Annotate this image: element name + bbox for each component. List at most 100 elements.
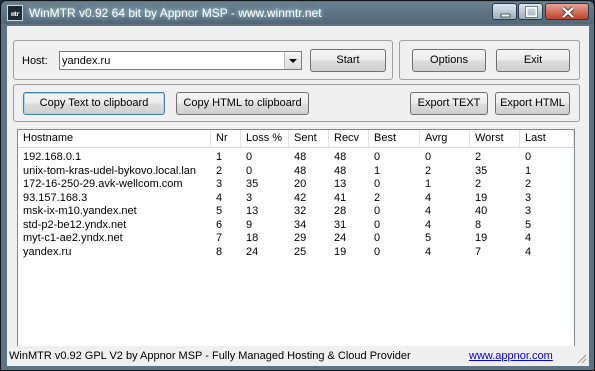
- column-header-worst[interactable]: Worst: [470, 130, 520, 147]
- cell-best: 2: [374, 191, 381, 204]
- cell-sent: 25: [294, 245, 307, 258]
- results-table[interactable]: Hostname Nr Loss % Sent Recv Best Avrg W…: [17, 129, 575, 347]
- cell-best: 0: [374, 151, 381, 163]
- cell-avrg: 5: [425, 232, 432, 244]
- cell-loss: 0: [246, 151, 253, 163]
- cell-best: 0: [374, 218, 381, 231]
- cell-loss: 13: [246, 205, 259, 217]
- cell-hostname: myt-c1-ae2.yndx.net: [23, 232, 123, 244]
- winmtr-window: mtr WinMTR v0.92 64 bit by Appnor MSP - …: [0, 0, 595, 371]
- table-header: Hostname Nr Loss % Sent Recv Best Avrg W…: [18, 130, 574, 148]
- cell-nr: 8: [216, 245, 223, 258]
- window-title: WinMTR v0.92 64 bit by Appnor MSP - www.…: [29, 6, 322, 20]
- column-header-avrg[interactable]: Avrg: [420, 130, 470, 147]
- appnor-link[interactable]: www.appnor.com: [469, 350, 553, 362]
- cell-last: 4: [525, 232, 532, 244]
- winmtr-app-icon[interactable]: mtr: [7, 5, 23, 21]
- cell-hostname: 172-16-250-29.avk-wellcom.com: [23, 178, 183, 190]
- svg-text:mtr: mtr: [11, 11, 20, 18]
- dropdown-button[interactable]: [284, 52, 301, 69]
- cell-sent: 32: [294, 205, 307, 217]
- host-label: Host:: [22, 55, 48, 67]
- cell-recv: 48: [334, 151, 347, 163]
- column-header-loss[interactable]: Loss %: [241, 130, 289, 147]
- cell-recv: 48: [334, 164, 347, 177]
- cell-last: 5: [525, 218, 532, 231]
- status-text: WinMTR v0.92 GPL V2 by Appnor MSP - Full…: [9, 350, 411, 362]
- export-text-button[interactable]: Export TEXT: [410, 92, 488, 115]
- cell-sent: 48: [294, 151, 307, 163]
- close-button[interactable]: [545, 3, 589, 20]
- cell-sent: 42: [294, 191, 307, 204]
- cell-avrg: 4: [425, 245, 432, 258]
- cell-best: 0: [374, 205, 381, 217]
- exit-button[interactable]: Exit: [496, 49, 570, 72]
- cell-nr: 3: [216, 178, 223, 190]
- cell-nr: 7: [216, 232, 223, 244]
- cell-last: 4: [525, 245, 532, 258]
- cell-worst: 40: [475, 205, 488, 217]
- table-row[interactable]: unix-tom-kras-udel-bykovo.local.lan 2 0 48 4…: [18, 165, 574, 178]
- export-html-button[interactable]: Export HTML: [495, 92, 570, 115]
- table-row[interactable]: 93.157.168.3 4 3 42 41 2 4 19 3: [18, 192, 574, 205]
- cell-recv: 31: [334, 218, 347, 231]
- cell-worst: 19: [475, 232, 488, 244]
- table-row[interactable]: std-p2-be12.yndx.net 6 9 34 31 0 4 8 5: [18, 219, 574, 232]
- column-header-recv[interactable]: Recv: [329, 130, 369, 147]
- cell-hostname: std-p2-be12.yndx.net: [23, 218, 127, 231]
- cell-sent: 48: [294, 164, 307, 177]
- cell-last: 3: [525, 205, 532, 217]
- host-input[interactable]: [62, 53, 282, 68]
- cell-best: 0: [374, 232, 381, 244]
- table-row[interactable]: 192.168.0.1 1 0 48 48 0 0 2 0: [18, 151, 574, 164]
- cell-nr: 4: [216, 191, 223, 204]
- copy-html-button[interactable]: Copy HTML to clipboard: [176, 92, 309, 115]
- resize-grip-icon[interactable]: [575, 352, 587, 364]
- column-header-last[interactable]: Last: [520, 130, 574, 147]
- cell-recv: 24: [334, 232, 347, 244]
- cell-nr: 1: [216, 151, 223, 163]
- table-row[interactable]: msk-ix-m10.yandex.net 5 13 32 28 0 4 40 3: [18, 205, 574, 218]
- cell-hostname: unix-tom-kras-udel-bykovo.local.lan: [23, 164, 197, 177]
- cell-loss: 24: [246, 245, 259, 258]
- cell-sent: 20: [294, 178, 307, 190]
- column-header-nr[interactable]: Nr: [211, 130, 241, 147]
- maximize-icon: [525, 6, 538, 18]
- cell-avrg: 0: [425, 151, 432, 163]
- host-combobox[interactable]: [59, 51, 302, 70]
- cell-hostname: 93.157.168.3: [23, 191, 88, 204]
- cell-avrg: 4: [425, 218, 432, 231]
- chevron-down-icon: [289, 59, 297, 63]
- cell-last: 2: [525, 178, 532, 190]
- cell-worst: 35: [475, 164, 488, 177]
- cell-loss: 18: [246, 232, 259, 244]
- column-header-best[interactable]: Best: [369, 130, 420, 147]
- start-button[interactable]: Start: [310, 49, 386, 72]
- cell-worst: 2: [475, 178, 482, 190]
- cell-avrg: 4: [425, 191, 432, 204]
- table-row[interactable]: 172-16-250-29.avk-wellcom.com 3 35 20 13 0 1 2 2: [18, 178, 574, 191]
- column-header-hostname[interactable]: Hostname: [18, 130, 211, 147]
- cell-hostname: msk-ix-m10.yandex.net: [23, 205, 137, 217]
- maximize-button[interactable]: [518, 3, 543, 20]
- minimize-button[interactable]: [492, 3, 517, 20]
- cell-loss: 3: [246, 191, 253, 204]
- title-bar[interactable]: mtr WinMTR v0.92 64 bit by Appnor MSP - …: [2, 2, 593, 24]
- table-row[interactable]: yandex.ru 8 24 25 19 0 4 7 4: [18, 246, 574, 259]
- cell-last: 0: [525, 151, 532, 163]
- table-row[interactable]: myt-c1-ae2.yndx.net 7 18 29 24 0 5 19 4: [18, 232, 574, 245]
- status-bar: WinMTR v0.92 GPL V2 by Appnor MSP - Full…: [7, 346, 589, 366]
- cell-recv: 28: [334, 205, 347, 217]
- cell-nr: 5: [216, 205, 223, 217]
- cell-hostname: yandex.ru: [23, 245, 72, 258]
- copy-text-button[interactable]: Copy Text to clipboard: [23, 92, 165, 115]
- cell-hostname: 192.168.0.1: [23, 151, 82, 163]
- column-header-sent[interactable]: Sent: [289, 130, 329, 147]
- cell-worst: 19: [475, 191, 488, 204]
- cell-last: 3: [525, 191, 532, 204]
- minimize-icon: [500, 13, 511, 18]
- cell-nr: 2: [216, 164, 223, 177]
- options-button[interactable]: Options: [412, 49, 486, 72]
- cell-sent: 29: [294, 232, 307, 244]
- cell-best: 0: [374, 245, 381, 258]
